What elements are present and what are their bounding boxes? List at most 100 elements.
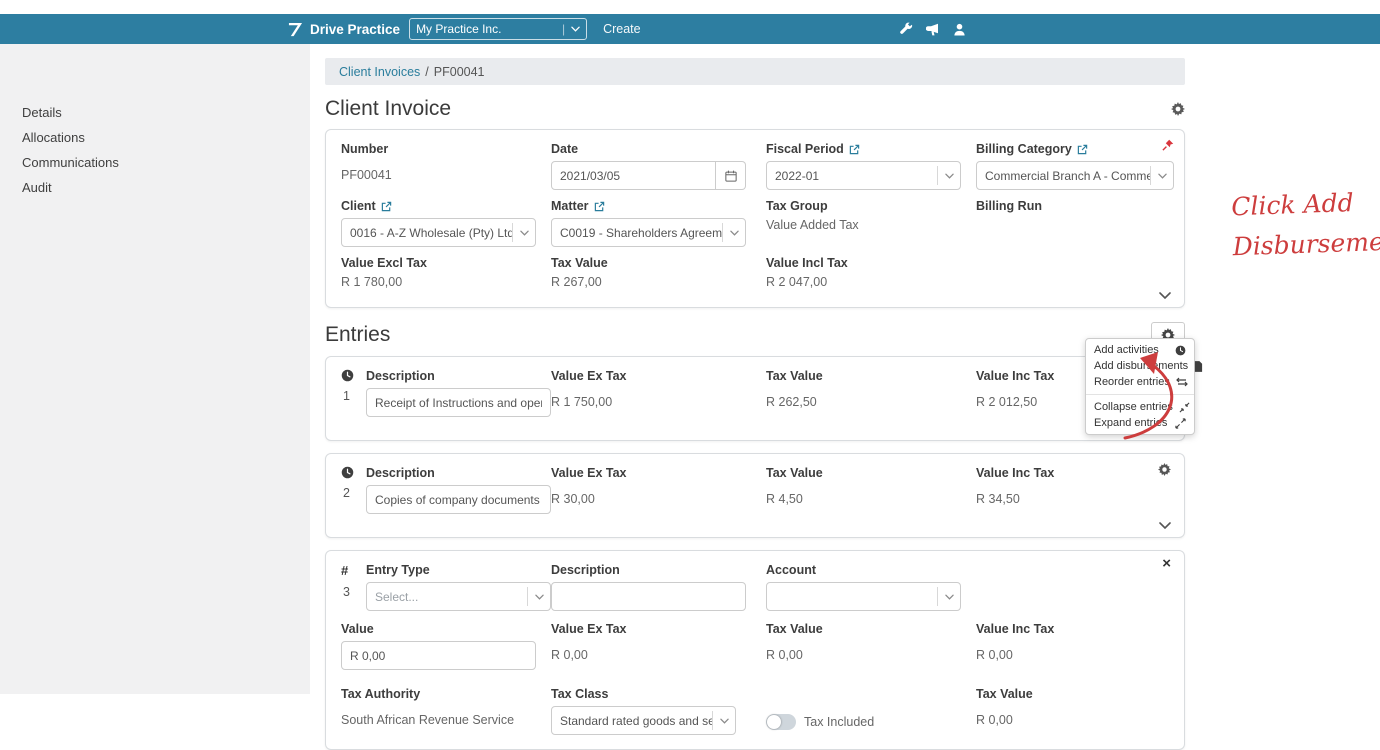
menu-item-reorder-entries[interactable]: Reorder entries xyxy=(1086,374,1194,390)
chevron-down-icon xyxy=(713,718,735,724)
entry-2-expand-chevron-icon[interactable] xyxy=(1159,516,1171,534)
practice-selector[interactable]: My Practice Inc. | xyxy=(409,18,588,40)
value-ex-tax-label: Value Ex Tax xyxy=(551,369,627,383)
billing-run-value xyxy=(976,218,1174,234)
value-inc-tax-label: Value Inc Tax xyxy=(976,369,1055,383)
page-title: Client Invoice xyxy=(325,97,452,120)
entry-3-value-ex: R 0,00 xyxy=(551,648,588,662)
menu-item-label: Reorder entries xyxy=(1094,376,1170,388)
create-menu[interactable]: Create xyxy=(603,22,641,36)
entries-dropdown-menu: Add activities Add disbursements Reorder… xyxy=(1085,338,1203,435)
entry-3-description-input[interactable] xyxy=(551,582,746,611)
account-select[interactable] xyxy=(766,582,961,611)
client-label: Client xyxy=(341,199,376,213)
value-ex-tax-label: Value Ex Tax xyxy=(551,622,627,636)
matter-select[interactable]: C0019 - Shareholders Agreement: A-... xyxy=(551,218,746,247)
fiscal-period-label: Fiscal Period xyxy=(766,142,844,156)
annotation-line-1: Click Add xyxy=(1230,188,1355,222)
tax-value-label: Tax Value xyxy=(766,369,823,383)
tax-value-label: Tax Value xyxy=(551,256,608,270)
breadcrumb: Client Invoices / PF00041 xyxy=(325,58,1185,85)
edit-billing-category-icon[interactable] xyxy=(1077,144,1088,155)
edit-matter-icon[interactable] xyxy=(594,201,605,212)
entry-1-description-input[interactable] xyxy=(366,388,551,417)
main-content: Client Invoices / PF00041 Client Invoice xyxy=(310,44,1380,750)
expand-icon xyxy=(1175,417,1186,429)
chevron-down-icon xyxy=(938,173,960,179)
client-select[interactable]: 0016 - A-Z Wholesale (Pty) Ltd xyxy=(341,218,536,247)
remove-entry-close-icon[interactable]: × xyxy=(1162,556,1171,571)
sidebar-item-allocations[interactable]: Allocations xyxy=(0,125,310,150)
tax-group-value: Value Added Tax xyxy=(766,218,859,232)
entry-card-2: 2 Description Value Ex Tax R 30,00 Tax V… xyxy=(325,453,1185,538)
calendar-icon[interactable] xyxy=(716,161,746,190)
value-label: Value xyxy=(341,622,374,636)
menu-item-label: Expand entries xyxy=(1094,417,1168,429)
billing-category-select[interactable]: Commercial Branch A - Commercial B... xyxy=(976,161,1174,190)
billing-category-label: Billing Category xyxy=(976,142,1072,156)
user-icon[interactable] xyxy=(953,23,966,36)
matter-label: Matter xyxy=(551,199,589,213)
entry-2-description-input[interactable] xyxy=(366,485,551,514)
date-input[interactable] xyxy=(551,161,716,190)
value-excl-tax-label: Value Excl Tax xyxy=(341,256,427,270)
entry-1-value-ex: R 1 750,00 xyxy=(551,395,613,409)
description-label: Description xyxy=(551,563,620,577)
menu-item-label: Add activities xyxy=(1094,344,1159,356)
value-incl-tax-value: R 2 047,00 xyxy=(766,275,828,289)
tax-value-label: Tax Value xyxy=(976,687,1033,701)
tax-included-toggle[interactable] xyxy=(766,714,796,730)
fiscal-period-select[interactable]: 2022-01 xyxy=(766,161,961,190)
tax-authority-label: Tax Authority xyxy=(341,687,421,701)
value-excl-tax-value: R 1 780,00 xyxy=(341,275,403,289)
tax-group-label: Tax Group xyxy=(766,199,828,213)
navbar-icons xyxy=(899,22,966,36)
breadcrumb-current: PF00041 xyxy=(433,64,485,79)
billing-run-label: Billing Run xyxy=(976,199,1042,213)
pin-icon[interactable] xyxy=(1162,138,1174,156)
entry-card-3-new: × # 3 Entry Type Select... Description A… xyxy=(325,550,1185,750)
entry-type-select[interactable]: Select... xyxy=(366,582,551,611)
entry-2-tax: R 4,50 xyxy=(766,492,803,506)
menu-item-add-disbursements[interactable]: Add disbursements xyxy=(1086,358,1203,374)
description-label: Description xyxy=(366,466,435,480)
sidebar-item-communications[interactable]: Communications xyxy=(0,150,310,175)
hash-icon: # xyxy=(341,563,349,578)
edit-fiscal-period-icon[interactable] xyxy=(849,144,860,155)
handwritten-annotation: Click Add Disbursements xyxy=(1231,181,1380,268)
edit-client-icon[interactable] xyxy=(381,201,392,212)
entries-title: Entries xyxy=(325,323,391,346)
billing-category-value: Commercial Branch A - Commercial B... xyxy=(985,168,1150,183)
menu-divider xyxy=(1086,394,1194,395)
sidebar-item-audit[interactable]: Audit xyxy=(0,175,310,200)
app-brand-label: Drive Practice xyxy=(310,21,401,37)
menu-item-expand-entries[interactable]: Expand entries xyxy=(1086,415,1194,431)
top-whitespace xyxy=(0,0,1380,14)
entry-card-1: 1 Description Value Ex Tax R 1 750,00 Ta… xyxy=(325,356,1185,441)
chevron-down-icon xyxy=(513,230,535,236)
sidebar-item-details[interactable]: Details xyxy=(0,100,310,125)
tax-class-select[interactable]: Standard rated goods and services - ... xyxy=(551,706,736,735)
megaphone-icon[interactable] xyxy=(925,23,940,36)
entry-1-tax: R 262,50 xyxy=(766,395,817,409)
breadcrumb-separator: / xyxy=(425,64,429,79)
page-settings-gear-icon[interactable] xyxy=(1171,102,1185,116)
tax-authority-value: South African Revenue Service xyxy=(341,713,515,727)
menu-item-collapse-entries[interactable]: Collapse entries xyxy=(1086,399,1194,415)
entry-3-tax-value: R 0,00 xyxy=(976,713,1013,727)
app-brand[interactable]: Drive Practice xyxy=(287,22,400,37)
value-input[interactable] xyxy=(341,641,536,670)
breadcrumb-link-client-invoices[interactable]: Client Invoices xyxy=(339,65,420,79)
entry-number: 1 xyxy=(343,389,350,403)
annotation-line-2: Disbursements xyxy=(1232,225,1380,262)
entry-type-placeholder: Select... xyxy=(375,589,419,604)
tools-icon[interactable] xyxy=(899,22,913,36)
value-inc-tax-label: Value Inc Tax xyxy=(976,622,1055,636)
menu-item-add-activities[interactable]: Add activities xyxy=(1086,342,1194,358)
fiscal-period-value: 2022-01 xyxy=(775,168,820,183)
collapse-card-chevron-icon[interactable] xyxy=(1159,286,1171,304)
entry-2-gear-icon[interactable] xyxy=(1158,463,1171,481)
entry-2-value-ex: R 30,00 xyxy=(551,492,595,506)
chevron-down-icon xyxy=(571,26,580,32)
value-ex-tax-label: Value Ex Tax xyxy=(551,466,627,480)
